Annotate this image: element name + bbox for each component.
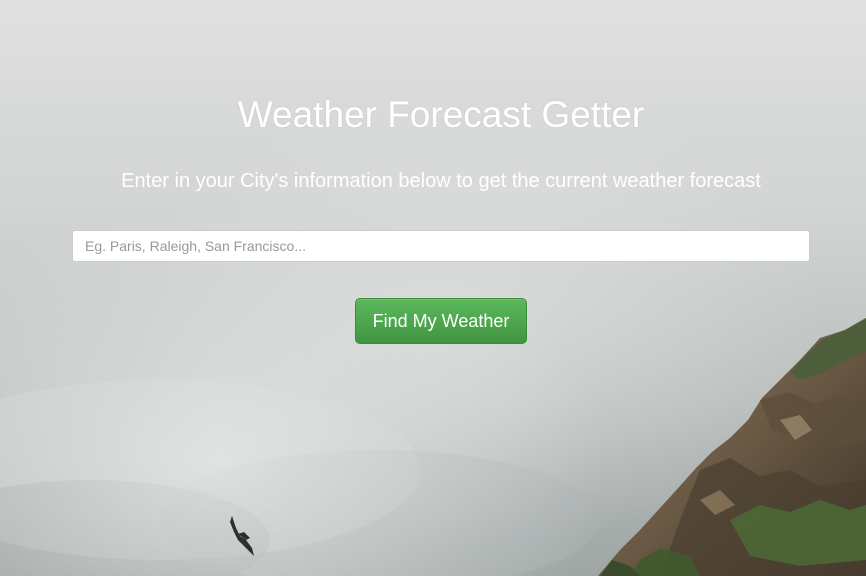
main-panel: Weather Forecast Getter Enter in your Ci… (0, 0, 866, 576)
city-search-input[interactable] (72, 230, 810, 262)
find-weather-button[interactable]: Find My Weather (355, 298, 527, 344)
page-subtitle: Enter in your City's information below t… (121, 170, 761, 192)
page-title: Weather Forecast Getter (237, 94, 645, 135)
